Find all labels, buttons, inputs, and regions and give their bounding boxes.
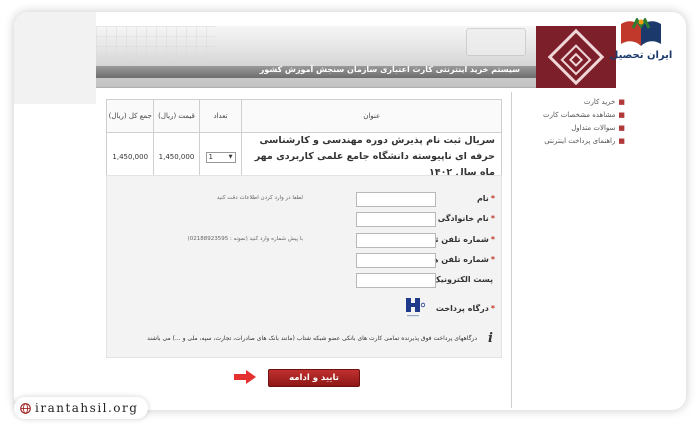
gateway-note-text: درگاههای پرداخت فوق پذیرنده تمامی کارت ه… xyxy=(147,335,477,342)
chevron-down-icon: ▼ xyxy=(228,154,233,160)
sidebar-item-faq[interactable]: ■سوالات متداول xyxy=(512,122,625,135)
confirm-continue-button[interactable]: تایید و ادامه xyxy=(268,369,360,387)
header-total: جمع کل (ریال) xyxy=(105,99,155,133)
globe-icon xyxy=(20,402,31,414)
banner-pattern xyxy=(96,26,216,66)
email-input[interactable] xyxy=(356,273,436,288)
header-left-strip xyxy=(14,12,96,104)
header-banner: سیستم خرید اینترنتی کارت اعتباری سازمان … xyxy=(96,26,616,88)
mobile-input[interactable] xyxy=(356,253,436,268)
sanjesh-logo xyxy=(536,26,616,88)
screenshot-card: سیستم خرید اینترنتی کارت اعتباری سازمان … xyxy=(14,12,686,410)
last-name-row: *نام خانوادگی xyxy=(107,212,503,228)
banner-title: سیستم خرید اینترنتی کارت اعتباری سازمان … xyxy=(259,65,520,74)
course-table: عنوان تعداد قیمت (ریال) جمع کل (ریال) سر… xyxy=(105,99,502,182)
last-name-input[interactable] xyxy=(356,212,436,227)
first-name-row: *نام لطفا در وارد کردن اطلاعات دقت کنید xyxy=(107,192,503,208)
gateway-label: *درگاه پرداخت xyxy=(435,304,495,313)
email-label: پست الکترونیک xyxy=(432,275,493,284)
open-book-icon xyxy=(621,18,661,46)
info-icon: i xyxy=(488,331,493,346)
arrow-right-icon xyxy=(234,370,256,384)
gateway-row: *درگاه پرداخت xyxy=(107,302,503,318)
header-price: قیمت (ریال) xyxy=(153,99,200,133)
phone-input[interactable] xyxy=(356,233,436,248)
site-url-text: irantahsil.org xyxy=(35,401,139,415)
saderat-bank-logo[interactable] xyxy=(405,296,425,318)
site-url-badge: irantahsil.org xyxy=(14,397,149,419)
sidebar-item-buy-card[interactable]: ■خرید کارت xyxy=(512,96,625,109)
bullet-icon: ■ xyxy=(618,98,625,106)
header-qty: تعداد xyxy=(198,99,243,133)
gateway-note: i درگاههای پرداخت فوق پذیرنده تمامی کارت… xyxy=(107,331,503,347)
first-name-input[interactable] xyxy=(356,192,436,207)
sidebar: ■خرید کارت ■مشاهده مشخصات کارت ■سوالات م… xyxy=(511,92,631,408)
mobile-row: *شماره تلفن همراه xyxy=(107,253,503,269)
bullet-icon: ■ xyxy=(618,124,625,132)
phone-hint: با پیش شماره وارد کنید (نمونه : 02188923… xyxy=(187,236,303,242)
quantity-value: 1 xyxy=(208,153,213,161)
header-title: عنوان xyxy=(241,99,502,133)
bullet-icon: ■ xyxy=(618,111,625,119)
irantahsil-brand-badge: ایران تحصیل xyxy=(606,18,676,80)
banner-phone-graphic xyxy=(466,28,526,56)
first-name-label: *نام xyxy=(476,194,495,203)
email-row: پست الکترونیک xyxy=(107,273,503,289)
sidebar-item-payment-guide[interactable]: ■راهنمای پرداخت اینترنتی xyxy=(512,135,625,148)
sidebar-item-view-card[interactable]: ■مشاهده مشخصات کارت xyxy=(512,109,625,122)
brand-name: ایران تحصیل xyxy=(609,50,673,61)
first-name-hint: لطفا در وارد کردن اطلاعات دقت کنید xyxy=(216,195,303,201)
phone-row: *شماره تلفن ثابت با پیش شماره وارد کنید … xyxy=(107,233,503,249)
last-name-label: *نام خانوادگی xyxy=(437,214,495,223)
table-header-row: عنوان تعداد قیمت (ریال) جمع کل (ریال) xyxy=(105,99,502,133)
buyer-form: *نام لطفا در وارد کردن اطلاعات دقت کنید … xyxy=(106,175,502,358)
quantity-select[interactable]: 1 ▼ xyxy=(205,151,236,163)
logo-knot-icon xyxy=(547,28,605,86)
bullet-icon: ■ xyxy=(618,137,625,145)
